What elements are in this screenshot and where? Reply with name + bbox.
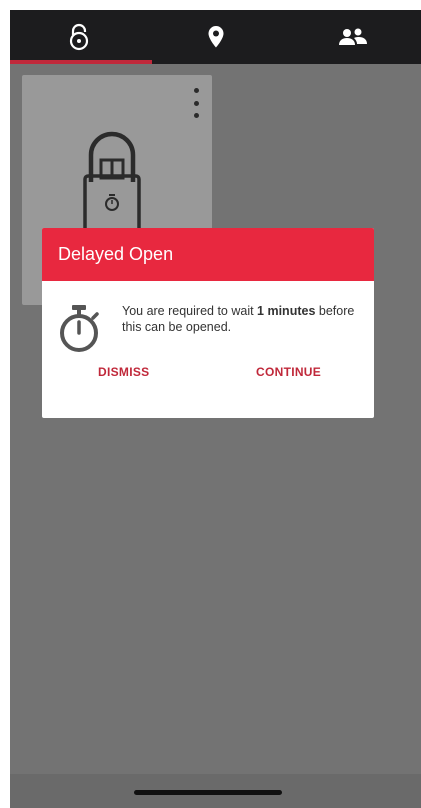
continue-button[interactable]: CONTINUE <box>256 365 321 379</box>
delayed-open-dialog: Delayed Open You are required to wait 1 … <box>42 228 374 418</box>
home-indicator[interactable] <box>134 790 282 795</box>
location-pin-icon <box>208 26 223 48</box>
tab-location[interactable] <box>147 10 284 64</box>
stopwatch-icon <box>60 305 99 352</box>
dialog-actions: DISMISS CONTINUE <box>42 361 374 418</box>
dialog-header: Delayed Open <box>42 228 374 281</box>
dismiss-button[interactable]: DISMISS <box>98 365 149 379</box>
dialog-title: Delayed Open <box>58 244 174 264</box>
tab-locks[interactable] <box>10 10 147 64</box>
message-prefix: You are required to wait <box>122 304 258 318</box>
top-tab-bar <box>10 10 421 64</box>
tab-users[interactable] <box>284 10 421 64</box>
dialog-body: You are required to wait 1 minutes befor… <box>42 281 374 361</box>
more-vertical-icon[interactable] <box>192 88 200 118</box>
padlock-timer-icon <box>83 131 141 234</box>
users-icon <box>338 28 367 45</box>
wait-duration: 1 minutes <box>257 304 316 318</box>
active-tab-indicator <box>10 60 152 64</box>
dialog-message: You are required to wait 1 minutes befor… <box>122 303 362 335</box>
padlock-icon <box>69 23 88 51</box>
